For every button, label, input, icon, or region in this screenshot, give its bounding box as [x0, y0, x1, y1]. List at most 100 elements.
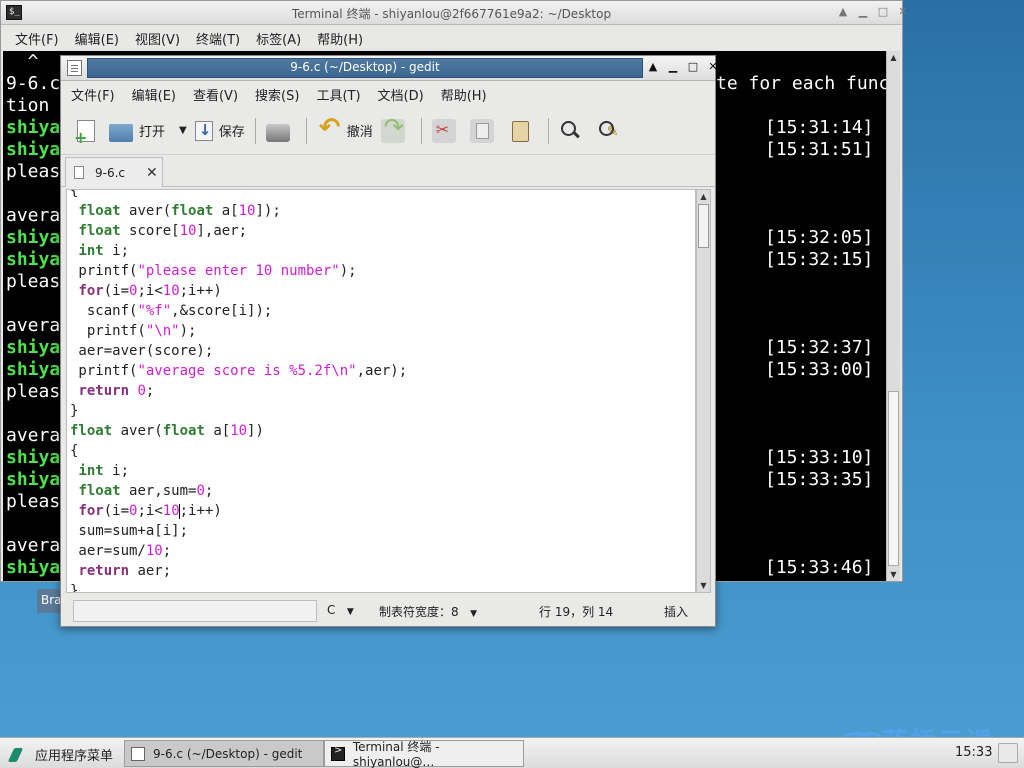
chevron-down-icon[interactable]: ▼: [179, 125, 187, 136]
code-line: {: [70, 189, 79, 199]
code-line: aer=aver(score);: [70, 343, 214, 359]
terminal-line: pleas: [6, 271, 61, 292]
close-icon[interactable]: ✕: [895, 4, 911, 20]
gedit-menu-documents[interactable]: 文档(D): [378, 85, 424, 104]
undo-button[interactable]: 撤消: [313, 113, 377, 148]
tab-width-selector[interactable]: 制表符宽度：8 ▼: [379, 603, 477, 620]
scroll-up-icon[interactable]: ▲: [697, 190, 710, 203]
terminal-line: avera: [6, 315, 61, 336]
terminal-title: Terminal 终端 - shiyanlou@2f667761e9a2: ~/…: [291, 7, 612, 21]
gedit-titlebar[interactable]: 9-6.c (~/Desktop) - gedit ▲ ▁ □ ✕: [61, 56, 718, 81]
shade-icon[interactable]: ▲: [645, 59, 661, 75]
gedit-menu-view[interactable]: 查看(V): [193, 85, 238, 104]
new-document-icon: [74, 119, 95, 147]
scroll-down-icon[interactable]: ▼: [887, 568, 900, 581]
terminal-line: ^: [6, 51, 39, 72]
terminal-timestamp: [15:31:14]: [765, 117, 874, 138]
minimize-icon[interactable]: ▁: [855, 4, 871, 20]
language-selector[interactable]: C ▼: [327, 603, 354, 617]
task-terminal[interactable]: Terminal 终端 - shiyanlou@…: [324, 740, 524, 768]
terminal-titlebar[interactable]: $_ Terminal 终端 - shiyanlou@2f667761e9a2:…: [1, 1, 908, 25]
terminal-menu-terminal[interactable]: 终端(T): [196, 29, 240, 48]
editor-scroll-thumb[interactable]: [698, 204, 709, 248]
terminal-line: shiya: [6, 447, 61, 468]
gedit-window-controls: ▲ ▁ □ ✕: [645, 59, 721, 75]
maximize-icon[interactable]: □: [685, 59, 701, 75]
find-button[interactable]: [555, 114, 593, 148]
code-line: return 0;: [78, 383, 155, 399]
clock[interactable]: 15:33: [955, 745, 992, 760]
task-gedit[interactable]: 9-6.c (~/Desktop) - gedit: [124, 740, 324, 767]
gedit-window[interactable]: 9-6.c (~/Desktop) - gedit ▲ ▁ □ ✕ 文件(F) …: [60, 55, 718, 627]
search-icon: [559, 119, 583, 143]
terminal-line: pleas: [6, 161, 61, 182]
gedit-menu-file[interactable]: 文件(F): [71, 85, 115, 104]
new-button[interactable]: [73, 114, 105, 148]
terminal-scroll-thumb[interactable]: [888, 391, 899, 566]
gedit-menu-search[interactable]: 搜索(S): [255, 85, 299, 104]
open-button[interactable]: 打开 ▼: [105, 114, 191, 148]
code-line: aer=sum/10;: [70, 543, 172, 559]
terminal-line: shiya: [6, 227, 61, 248]
terminal-menu-help[interactable]: 帮助(H): [317, 29, 363, 48]
terminal-scrollbar[interactable]: ▲ ▼: [886, 51, 900, 581]
close-icon[interactable]: ✕: [146, 165, 158, 181]
close-icon[interactable]: ✕: [705, 59, 721, 75]
terminal-menu-file[interactable]: 文件(F): [15, 29, 59, 48]
code-line: scanf("%f",&score[i]);: [70, 303, 273, 319]
terminal-timestamp: [15:33:10]: [765, 447, 874, 468]
applications-menu-button[interactable]: 应用程序菜单: [10, 745, 113, 764]
code-line: for(i=0;i<10;i++): [78, 283, 222, 299]
tab-label: 9-6.c: [95, 165, 126, 180]
maximize-icon[interactable]: □: [875, 4, 891, 20]
terminal-line: shiya: [6, 557, 61, 578]
gedit-menu-tools[interactable]: 工具(T): [316, 85, 360, 104]
code-line: float score[10],aer;: [78, 223, 248, 239]
shade-icon[interactable]: ▲: [835, 4, 851, 20]
code-line: int i;: [78, 463, 130, 479]
code-line: {: [70, 443, 79, 459]
terminal-line: avera: [6, 205, 61, 226]
gedit-menu-edit[interactable]: 编辑(E): [132, 85, 176, 104]
terminal-line: shiya: [6, 469, 61, 490]
status-message-field: [73, 600, 317, 622]
code-line: sum=sum+a[i];: [70, 523, 189, 539]
scissors-icon: [431, 118, 456, 143]
tray-icon[interactable]: [998, 743, 1018, 763]
cursor-position: 行 19，列 14: [539, 605, 614, 619]
terminal-menu-edit[interactable]: 编辑(E): [75, 29, 119, 48]
paste-button[interactable]: [504, 114, 542, 148]
code-line: for(i=0;i<10;i++): [78, 503, 222, 519]
gedit-statusbar: C ▼ 制表符宽度：8 ▼ 行 19，列 14 插入: [61, 596, 715, 626]
terminal-line: tion: [6, 95, 50, 116]
terminal-menu-view[interactable]: 视图(V): [135, 29, 180, 48]
print-button[interactable]: [262, 114, 300, 148]
save-icon: [194, 120, 213, 141]
redo-button[interactable]: [377, 113, 415, 148]
editor-scrollbar[interactable]: ▲ ▼: [696, 189, 711, 593]
code-line: printf("\n");: [70, 323, 197, 339]
replace-button[interactable]: [593, 114, 631, 148]
terminal-timestamp: [15:32:37]: [765, 337, 874, 358]
terminal-timestamp: [15:33:46]: [765, 557, 874, 578]
terminal-menu-tabs[interactable]: 标签(A): [256, 29, 301, 48]
copy-button[interactable]: [466, 114, 504, 148]
terminal-line: avera: [6, 425, 61, 446]
code-editor[interactable]: { float aver(float a[10]); float score[1…: [66, 189, 696, 593]
terminal-timestamp: [15:32:05]: [765, 227, 874, 248]
minimize-icon[interactable]: ▁: [665, 59, 681, 75]
scroll-up-icon[interactable]: ▲: [887, 51, 900, 64]
code-line: int i;: [78, 243, 130, 259]
cut-button[interactable]: [428, 114, 466, 148]
terminal-line: shiya: [6, 337, 61, 358]
undo-label: 撤消: [346, 125, 373, 140]
scroll-down-icon[interactable]: ▼: [697, 579, 710, 592]
gedit-menubar: 文件(F) 编辑(E) 查看(V) 搜索(S) 工具(T) 文档(D) 帮助(H…: [61, 81, 715, 107]
tab-9-6-c[interactable]: 9-6.c ✕: [65, 157, 163, 187]
text-cursor: [178, 503, 180, 519]
gedit-menu-help[interactable]: 帮助(H): [441, 85, 487, 104]
terminal-line: shiya: [6, 359, 61, 380]
task-label: 9-6.c (~/Desktop) - gedit: [153, 746, 303, 761]
save-button[interactable]: 保存: [191, 114, 249, 148]
terminal-line: 9-6.c: [6, 73, 61, 94]
